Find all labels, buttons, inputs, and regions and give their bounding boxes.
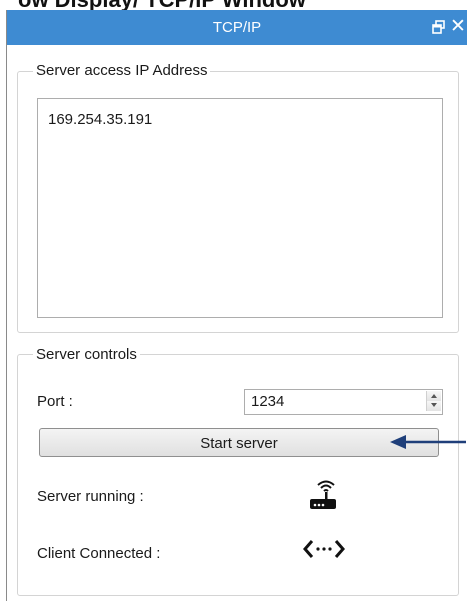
ip-address-list[interactable]: 169.254.35.191 <box>37 98 443 318</box>
annotation-arrow-icon <box>390 435 466 449</box>
close-icon[interactable]: ✕ <box>450 17 466 36</box>
client-connected-label: Client Connected : <box>37 545 161 562</box>
server-controls-group-title: Server controls <box>33 346 140 364</box>
ip-address-item[interactable]: 169.254.35.191 <box>48 111 152 128</box>
window-title: TCP/IP <box>212 19 262 36</box>
port-value[interactable]: 1234 <box>251 393 284 410</box>
ip-address-group-title: Server access IP Address <box>33 62 211 80</box>
cropped-heading: ow Display/ TCP/IP Window <box>0 0 467 10</box>
cropped-heading-text: ow Display/ TCP/IP Window <box>18 0 306 10</box>
port-stepper[interactable]: 1234 <box>244 389 443 415</box>
wireless-router-icon <box>310 480 336 509</box>
server-running-label: Server running : <box>37 488 144 505</box>
port-label: Port : <box>37 393 73 410</box>
window-titlebar[interactable]: TCP/IP ✕ <box>7 10 467 45</box>
start-server-button[interactable]: Start server <box>39 428 439 457</box>
restore-window-icon[interactable] <box>432 19 446 35</box>
connection-icon <box>303 540 345 558</box>
stepper-down-icon[interactable] <box>427 401 441 411</box>
port-stepper-buttons <box>426 391 441 411</box>
